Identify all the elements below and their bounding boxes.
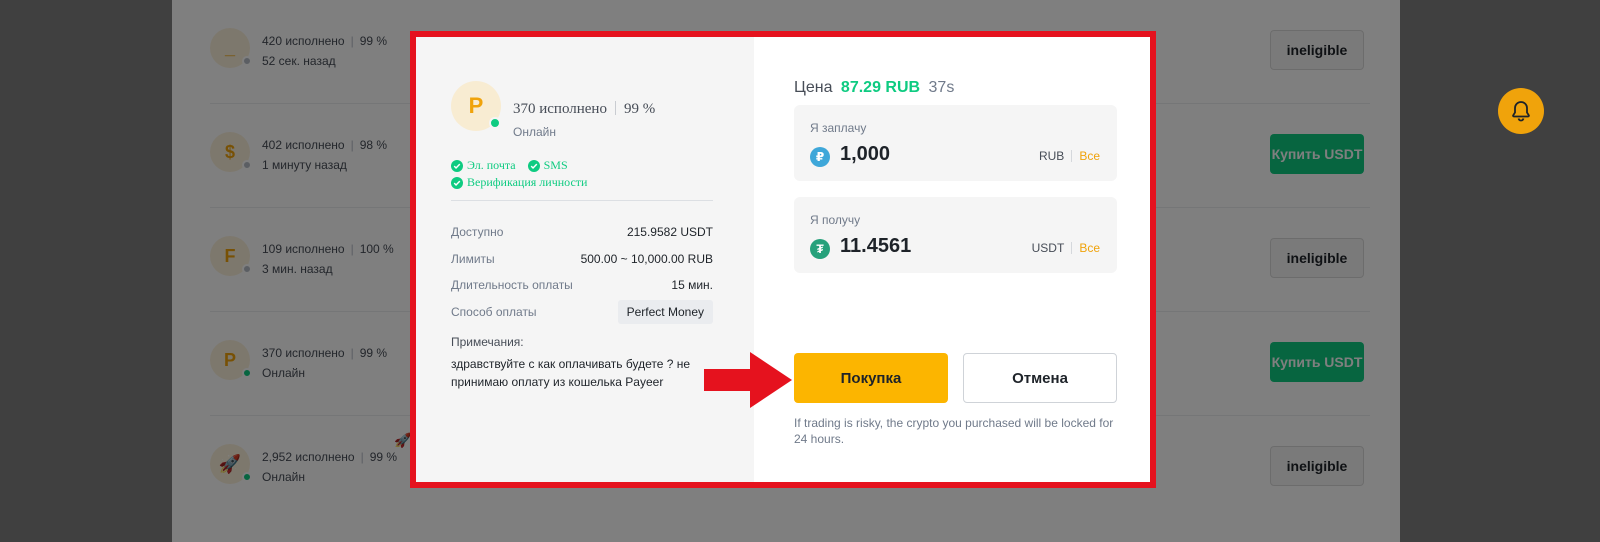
verification-label: Эл. почта xyxy=(467,158,516,172)
pay-amount-input[interactable]: 1,000 xyxy=(840,143,890,166)
receive-amount-field[interactable]: Я получу ₮ 11.4561 USDT Все xyxy=(794,197,1117,273)
cancel-button[interactable]: Отмена xyxy=(963,353,1117,403)
detail-value: 500.00 ~ 10,000.00 RUB xyxy=(580,252,713,266)
merchant-info-panel: P 370 исполнено 99 % Онлайн Эл. почта SMS… xyxy=(416,37,754,482)
price-line: Цена 87.29 RUB 37s xyxy=(794,79,954,97)
buy-order-modal: P 370 исполнено 99 % Онлайн Эл. почта SMS… xyxy=(410,31,1156,488)
verification-identity: Верификация личности xyxy=(451,175,587,190)
detail-label: Способ оплаты xyxy=(451,305,537,319)
notes-label: Примечания: xyxy=(451,335,524,349)
merchant-status: Онлайн xyxy=(513,125,556,139)
divider xyxy=(451,200,713,201)
receive-all-button[interactable]: Все xyxy=(1079,241,1100,255)
usdt-coin-symbol: ₮ xyxy=(816,242,824,256)
red-arrow-annotation xyxy=(704,352,792,408)
detail-value: 15 мин. xyxy=(671,278,713,292)
rub-coin-icon: ₽ xyxy=(810,147,830,167)
merchant-completed-orders: 370 исполнено xyxy=(513,101,607,117)
detail-payment-time: Длительность оплаты 15 мин. xyxy=(451,278,713,292)
payment-method-tag: Perfect Money xyxy=(617,300,713,324)
pay-all-button[interactable]: Все xyxy=(1079,149,1100,163)
detail-label: Доступно xyxy=(451,225,504,239)
check-circle-icon xyxy=(451,176,463,189)
detail-value: 215.9582 USDT xyxy=(626,225,713,239)
notification-bell-button[interactable] xyxy=(1498,88,1544,134)
detail-label: Лимиты xyxy=(451,252,495,266)
price-timer: 37s xyxy=(928,79,955,96)
check-circle-icon xyxy=(451,159,463,172)
receive-label: Я получу xyxy=(810,213,861,227)
risk-note: If trading is risky, the crypto you purc… xyxy=(794,416,1114,446)
merchant-avatar: P xyxy=(451,81,501,131)
receive-amount-input[interactable]: 11.4561 xyxy=(840,235,911,258)
price-label: Цена xyxy=(794,79,833,96)
merchant-avatar-letter: P xyxy=(468,93,484,118)
online-indicator xyxy=(489,117,501,129)
verification-label: Верификация личности xyxy=(467,175,588,189)
verification-email: Эл. почта SMS xyxy=(451,158,568,173)
detail-limits: Лимиты 500.00 ~ 10,000.00 RUB xyxy=(451,252,713,266)
price-value: 87.29 RUB xyxy=(840,79,921,96)
receive-currency: USDT Все xyxy=(1032,241,1100,255)
detail-payment-method: Способ оплаты Perfect Money xyxy=(451,300,713,324)
pay-currency: RUB Все xyxy=(1039,149,1100,163)
check-circle-icon xyxy=(527,159,540,172)
buy-button[interactable]: Покупка xyxy=(794,353,948,403)
verification-label: SMS xyxy=(543,158,568,172)
pay-label: Я заплачу xyxy=(810,121,867,135)
detail-label: Длительность оплаты xyxy=(451,278,573,292)
order-form-panel: Цена 87.29 RUB 37s Я заплачу ₽ 1,000 RUB… xyxy=(754,37,1150,482)
detail-available: Доступно 215.9582 USDT xyxy=(451,225,713,239)
rub-coin-symbol: ₽ xyxy=(815,150,825,164)
merchant-stats: 370 исполнено 99 % xyxy=(513,101,655,118)
merchant-completion-rate: 99 % xyxy=(623,101,656,117)
bell-icon xyxy=(1512,101,1530,122)
receive-currency-label: USDT xyxy=(1031,241,1065,255)
notes-text: здравствуйте с как оплачивать будете ? н… xyxy=(451,357,691,389)
usdt-coin-icon: ₮ xyxy=(810,239,830,259)
pay-currency-label: RUB xyxy=(1038,149,1065,163)
pay-amount-field[interactable]: Я заплачу ₽ 1,000 RUB Все xyxy=(794,105,1117,181)
